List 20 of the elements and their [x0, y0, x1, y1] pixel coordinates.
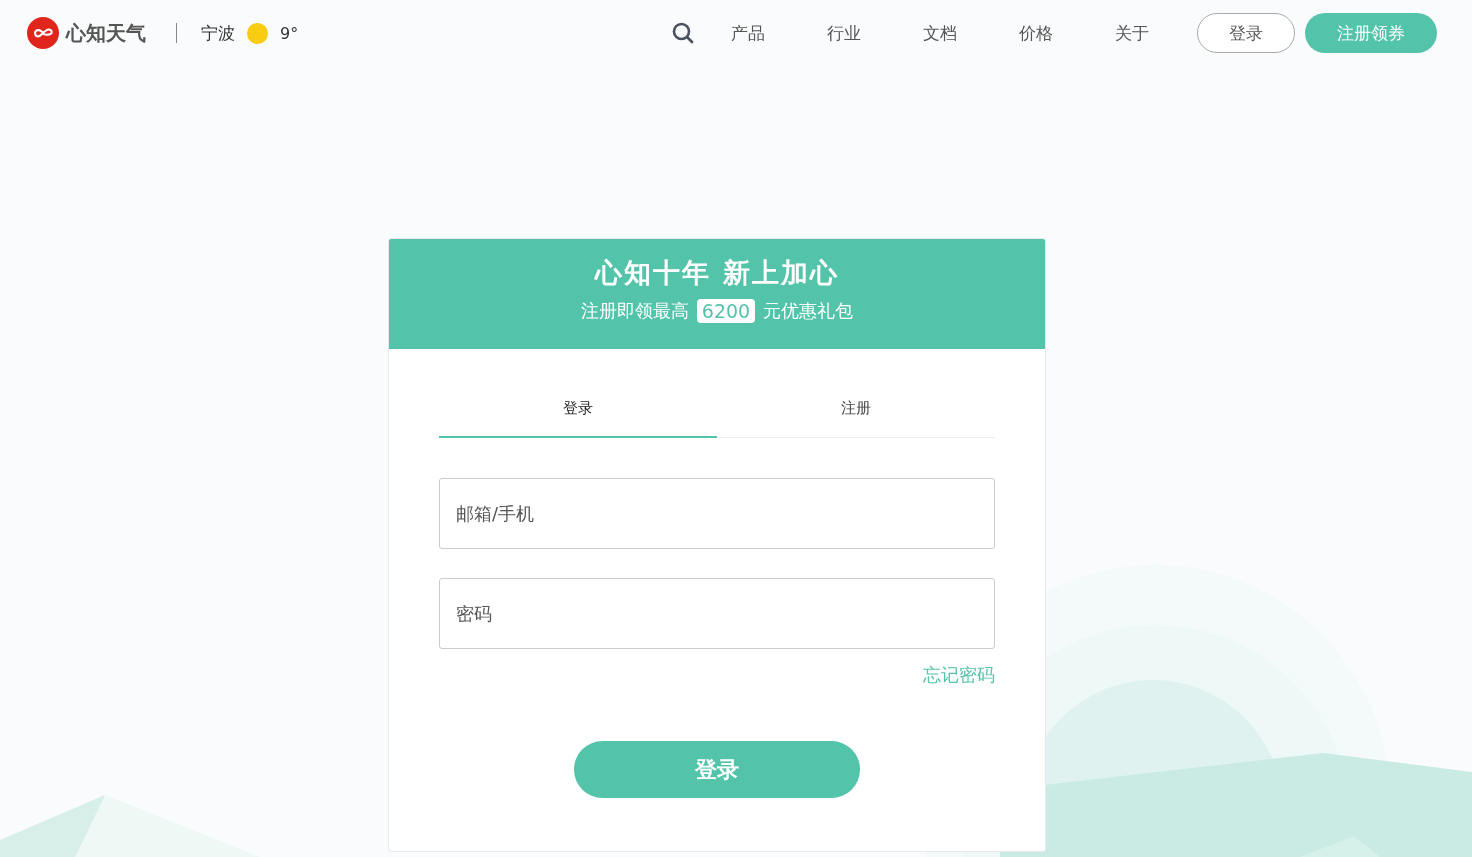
- brand-name[interactable]: 心知天气: [66, 19, 146, 47]
- tab[interactable]: 注册: [717, 383, 995, 438]
- banner-text: 元优惠礼包: [763, 299, 854, 323]
- nav-link[interactable]: 行业: [827, 21, 861, 45]
- sun-icon: [247, 22, 268, 44]
- logo-icon[interactable]: [27, 17, 59, 49]
- nav-link[interactable]: 产品: [731, 21, 765, 45]
- banner-title: 心知十年 新上加心: [595, 256, 839, 290]
- amount-badge: 6200: [696, 299, 756, 323]
- input-field[interactable]: 邮箱/手机: [439, 478, 995, 549]
- temperature: 9°: [280, 23, 299, 43]
- banner-text: 注册即领最高: [580, 299, 689, 323]
- search-icon[interactable]: [671, 21, 695, 45]
- nav-link[interactable]: 价格: [1019, 21, 1053, 45]
- nav-link[interactable]: 关于: [1115, 21, 1149, 45]
- tab[interactable]: 登录: [439, 383, 717, 438]
- nav-link[interactable]: 文档: [923, 21, 957, 45]
- login-button[interactable]: 登录: [1197, 13, 1295, 53]
- city-name: 宁波: [201, 21, 235, 45]
- input-field[interactable]: 密码: [439, 578, 995, 649]
